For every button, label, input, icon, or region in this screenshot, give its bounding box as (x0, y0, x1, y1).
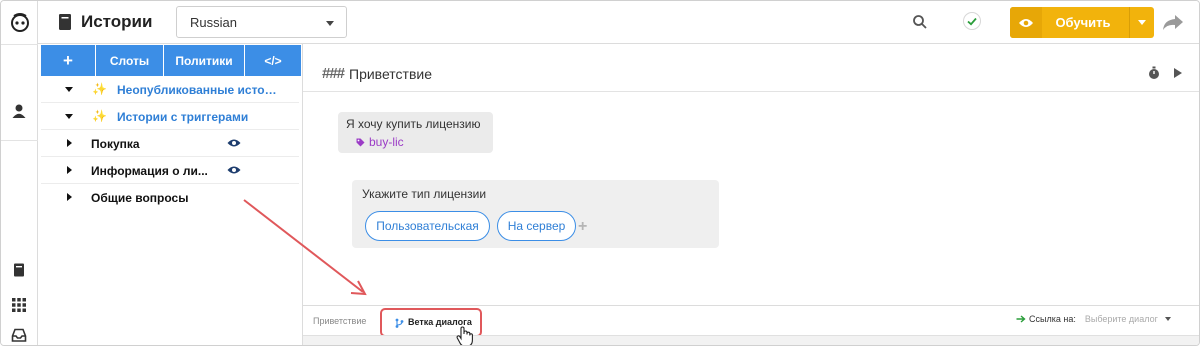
stopwatch-icon[interactable] (1148, 66, 1160, 80)
tag-icon (356, 138, 365, 146)
chevron-down-icon[interactable] (1138, 20, 1146, 25)
chevron-down-icon[interactable] (65, 114, 73, 119)
check-icon (967, 17, 977, 26)
story-group-label: Покупка (91, 137, 140, 151)
story-group-label: Общие вопросы (91, 191, 189, 205)
story-group-triggers[interactable]: ✨ Истории с триггерами (41, 103, 299, 130)
bot-response[interactable]: Укажите тип лицензии Пользовательская На… (352, 180, 719, 248)
tab-code[interactable]: </> (245, 45, 301, 76)
response-button-server[interactable]: На сервер (497, 211, 576, 241)
language-select[interactable]: Russian (176, 6, 347, 38)
book-icon (59, 14, 71, 30)
chevron-down-icon (326, 21, 334, 26)
book-icon[interactable] (11, 262, 27, 278)
play-icon[interactable] (1174, 68, 1182, 78)
stories-sidebar: + Слоты Политики </> ✨ Неопубликованные … (38, 44, 303, 345)
chevron-right-icon[interactable] (67, 193, 72, 201)
link-to-selector[interactable]: Ссылка на: Выберите диалог (1016, 314, 1171, 324)
link-to-placeholder[interactable]: Выберите диалог (1085, 314, 1158, 324)
language-select-value: Russian (190, 15, 237, 30)
train-button[interactable]: Обучить (1010, 7, 1154, 38)
hand-cursor-icon (456, 326, 473, 345)
sparkles-icon: ✨ (92, 82, 107, 96)
user-utterance[interactable]: Я хочу купить лицензию buy-lic (338, 112, 493, 153)
share-icon[interactable] (1162, 13, 1184, 31)
status-check[interactable] (963, 12, 981, 30)
story-tree: ✨ Неопубликованные истор... ✨ Истории с … (41, 76, 299, 211)
response-button-custom[interactable]: Пользовательская (365, 211, 490, 241)
story-group-label: Неопубликованные истор... (117, 83, 277, 97)
top-bar: Истории Russian Обучить (38, 1, 1199, 44)
story-group-unpublished[interactable]: ✨ Неопубликованные истор... (41, 76, 299, 103)
chevron-right-icon[interactable] (67, 139, 72, 147)
hash-icon: ### (322, 65, 345, 82)
story-editor: ### Приветствие Я хочу купить лицензию b… (303, 44, 1199, 345)
grid-icon[interactable] (11, 297, 27, 313)
page-title: Истории (81, 12, 153, 31)
page-title-group: Истории (58, 11, 152, 33)
tab-policies[interactable]: Политики (164, 45, 245, 76)
story-group-faq[interactable]: Общие вопросы (41, 184, 299, 211)
train-preview-toggle[interactable] (1010, 7, 1042, 38)
intent-name: buy-lic (369, 135, 404, 149)
story-group-purchase[interactable]: Покупка (41, 130, 299, 157)
eye-icon (1019, 19, 1033, 27)
breadcrumb[interactable]: Приветствие (313, 316, 366, 326)
chevron-right-icon[interactable] (67, 166, 72, 174)
user-icon[interactable] (11, 103, 27, 119)
story-group-label: Информация о ли... (91, 164, 208, 178)
train-button-label: Обучить (1055, 15, 1111, 30)
user-utterance-text: Я хочу купить лицензию (346, 117, 481, 131)
add-button-icon[interactable]: + (578, 218, 587, 236)
bottom-band (303, 335, 1199, 345)
story-footer: Приветствие Ветка диалога Ссылка на: Выб… (303, 305, 1199, 337)
left-rail (1, 1, 38, 345)
link-to-label: Ссылка на: (1029, 314, 1076, 324)
bot-response-text: Укажите тип лицензии (362, 187, 487, 201)
branch-icon (395, 318, 404, 328)
chevron-down-icon[interactable] (1164, 317, 1171, 321)
sidebar-tabs: + Слоты Политики </> (41, 45, 301, 76)
arrow-right-icon (1016, 315, 1026, 323)
story-group-label: Истории с триггерами (117, 110, 249, 124)
tab-slots[interactable]: Слоты (96, 45, 164, 76)
chevron-down-icon[interactable] (65, 87, 73, 92)
eye-icon[interactable] (227, 165, 241, 175)
inbox-icon[interactable] (11, 327, 27, 343)
intent-label[interactable]: buy-lic (356, 135, 404, 149)
story-name[interactable]: Приветствие (349, 66, 432, 82)
app-frame: Истории Russian Обучить + Слоты Политики… (0, 0, 1200, 346)
sparkles-icon: ✨ (92, 109, 107, 123)
add-story-button[interactable]: + (41, 45, 96, 76)
eye-icon[interactable] (227, 138, 241, 148)
search-icon[interactable] (912, 14, 928, 30)
story-header: ### Приветствие (303, 56, 1199, 92)
app-logo-icon[interactable] (9, 11, 31, 33)
story-group-license-info[interactable]: Информация о ли... (41, 157, 299, 184)
